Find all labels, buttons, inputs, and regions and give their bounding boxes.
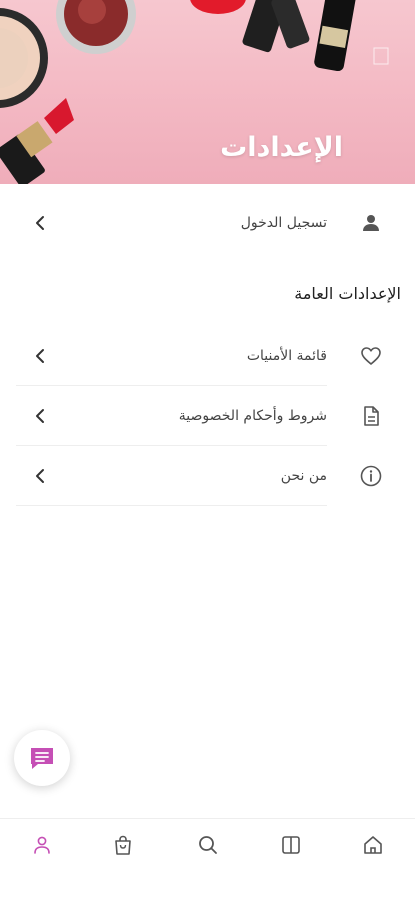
heart-icon bbox=[361, 347, 381, 365]
chat-button[interactable] bbox=[14, 730, 70, 786]
chevron-left-icon bbox=[36, 349, 44, 363]
bottom-navigation bbox=[0, 818, 415, 873]
chevron-left-icon bbox=[36, 409, 44, 423]
home-icon[interactable] bbox=[361, 833, 385, 857]
chat-icon bbox=[31, 748, 53, 769]
header-banner: الإعدادات bbox=[0, 0, 415, 184]
login-row[interactable]: تسجيل الدخول bbox=[0, 193, 415, 253]
columns-icon[interactable] bbox=[279, 833, 303, 857]
settings-item-about-us[interactable]: من نحن bbox=[0, 446, 415, 506]
system-gesture-bar bbox=[0, 872, 415, 900]
shopping-bag-icon[interactable] bbox=[111, 833, 135, 857]
settings-item-label: من نحن bbox=[280, 468, 327, 484]
settings-item-label: قائمة الأمنيات bbox=[246, 348, 327, 364]
general-settings-heading: الإعدادات العامة bbox=[294, 284, 401, 303]
cosmetics-banner-image bbox=[0, 0, 389, 184]
chevron-left-icon bbox=[36, 469, 44, 483]
person-icon bbox=[363, 215, 379, 231]
document-icon bbox=[364, 406, 379, 426]
login-label: تسجيل الدخول bbox=[240, 215, 327, 231]
settings-item-privacy-terms[interactable]: شروط وأحكام الخصوصية bbox=[0, 386, 415, 446]
chevron-left-icon bbox=[36, 216, 44, 230]
settings-item-wishlist[interactable]: قائمة الأمنيات bbox=[0, 326, 415, 386]
divider bbox=[16, 505, 327, 506]
info-icon bbox=[360, 465, 382, 487]
profile-icon[interactable] bbox=[30, 833, 54, 857]
page-title: الإعدادات bbox=[220, 132, 343, 163]
settings-item-label: شروط وأحكام الخصوصية bbox=[178, 408, 327, 424]
search-icon[interactable] bbox=[196, 833, 220, 857]
